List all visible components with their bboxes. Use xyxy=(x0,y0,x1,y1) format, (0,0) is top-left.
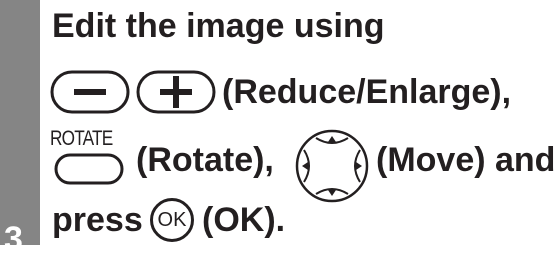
move-text: (Move) and xyxy=(376,141,556,179)
step-number: 3 xyxy=(4,220,23,258)
rotate-button-icon xyxy=(54,153,124,185)
ok-button-label: OK xyxy=(157,209,187,231)
ok-button-icon: OK xyxy=(150,198,194,242)
minus-button-icon xyxy=(50,70,130,114)
rotate-label: ROTATE xyxy=(50,127,113,150)
plus-button-icon xyxy=(136,70,216,114)
instruction-line-1: Edit the image using xyxy=(52,7,385,45)
move-joystick-icon xyxy=(295,129,369,203)
ok-text: (OK). xyxy=(202,201,286,239)
step-bar: 3 xyxy=(0,0,40,256)
press-text: press xyxy=(52,201,143,239)
reduce-enlarge-text: (Reduce/Enlarge), xyxy=(222,73,512,111)
rotate-text: (Rotate), xyxy=(136,141,274,179)
